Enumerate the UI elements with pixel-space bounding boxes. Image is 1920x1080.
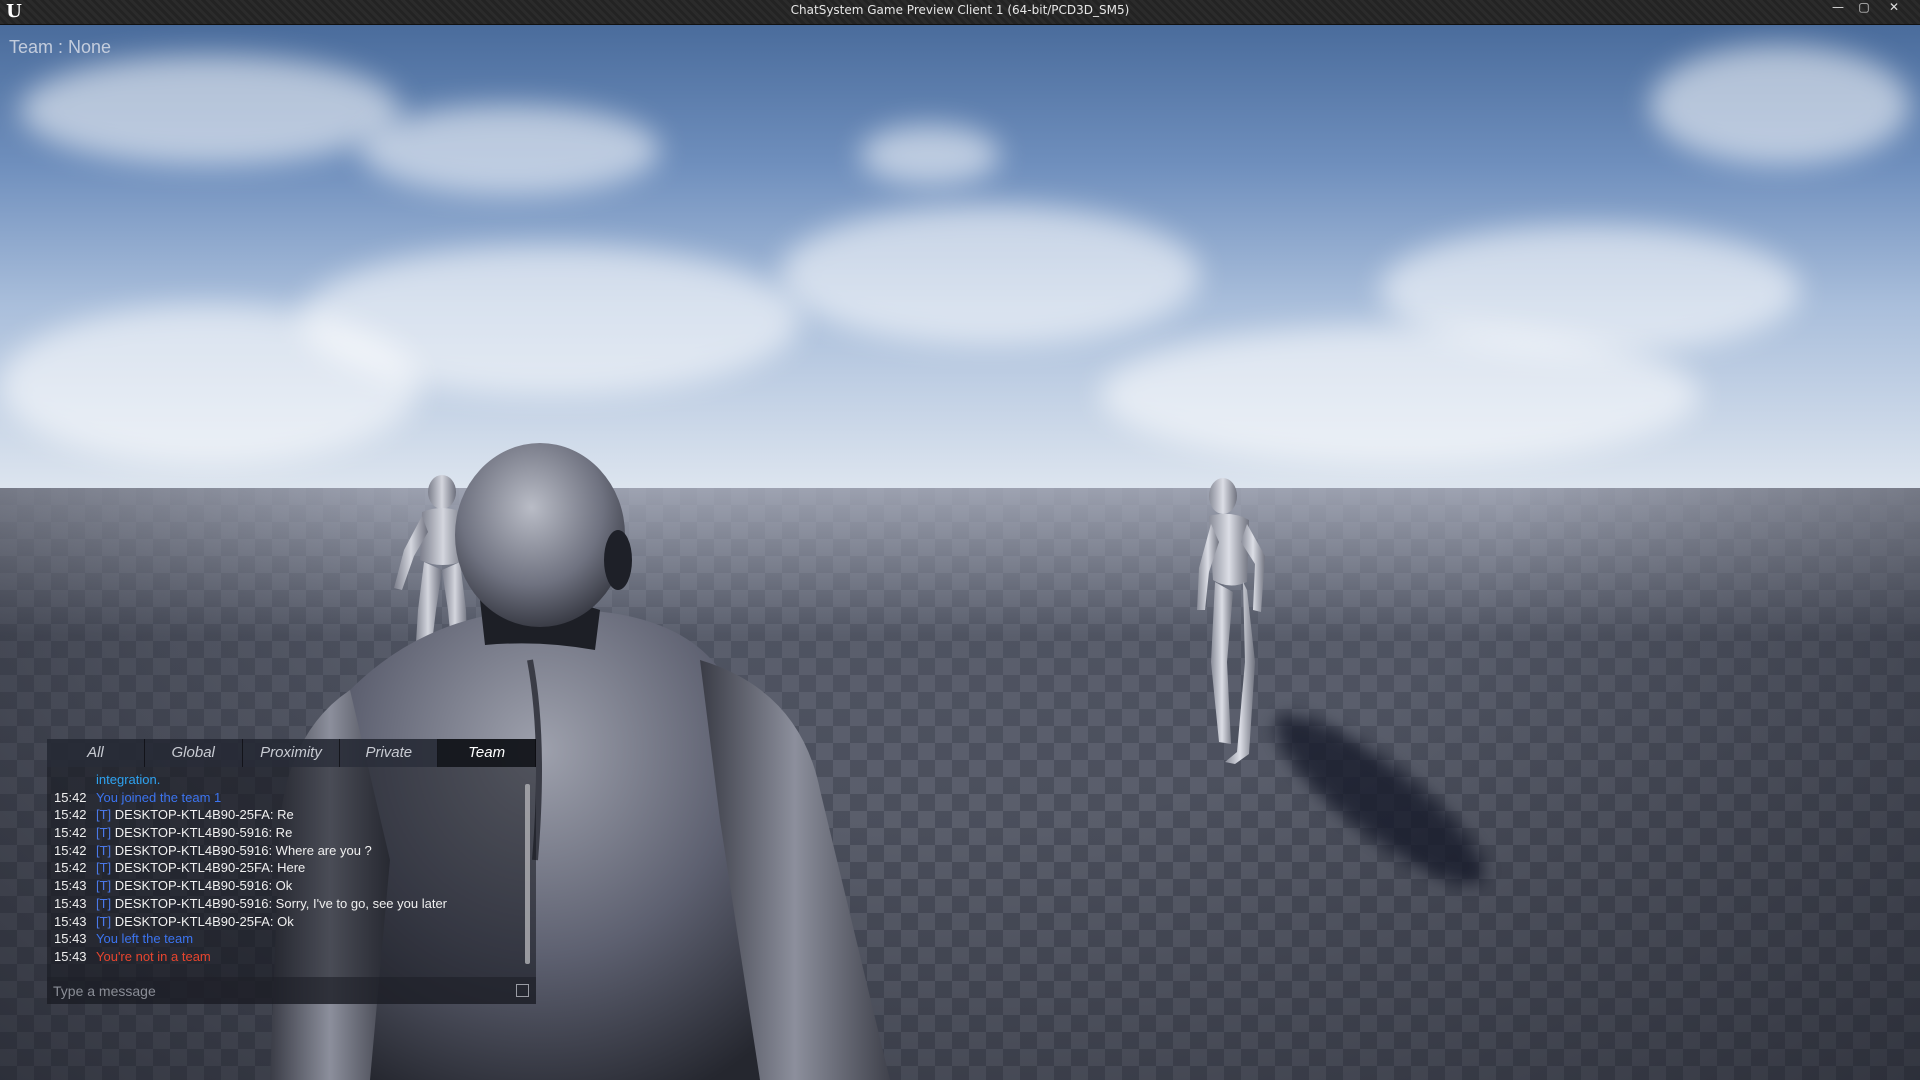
chat-message: 15:42 [T] DESKTOP-KTL4B90-5916: Re xyxy=(47,824,525,842)
chat-message-input[interactable] xyxy=(51,979,505,1003)
message-text: You're not in a team xyxy=(96,948,211,964)
close-button[interactable]: ✕ xyxy=(1882,0,1906,16)
cloud xyxy=(20,55,400,165)
chat-scrollbar[interactable] xyxy=(525,784,530,964)
message-text: integration. xyxy=(96,772,161,787)
chat-panel: All Global Proximity Private Team integr… xyxy=(47,739,536,1004)
message-time: 15:43 xyxy=(54,948,87,964)
cloud xyxy=(780,205,1200,345)
tab-team[interactable]: Team xyxy=(438,739,536,767)
chat-message: 15:43 [T] DESKTOP-KTL4B90-25FA: Ok xyxy=(47,913,525,931)
cloud xyxy=(1100,325,1700,465)
message-text: DESKTOP-KTL4B90-5916: Re xyxy=(111,825,293,841)
cloud xyxy=(360,105,660,195)
chat-message: 15:42 You joined the team 1 xyxy=(47,789,525,807)
message-time: 15:42 xyxy=(54,825,87,841)
minimize-button[interactable]: — xyxy=(1826,0,1850,16)
message-text: DESKTOP-KTL4B90-25FA: Re xyxy=(111,807,294,823)
message-text: You left the team xyxy=(96,931,194,947)
message-text: You joined the team 1 xyxy=(96,789,222,805)
window-title: ChatSystem Game Preview Client 1 (64-bit… xyxy=(790,3,1130,17)
message-time: 15:43 xyxy=(54,913,87,929)
message-time: 15:43 xyxy=(54,878,87,894)
message-time: 15:42 xyxy=(54,842,87,858)
message-text: DESKTOP-KTL4B90-5916: Ok xyxy=(111,878,293,894)
message-time: 15:43 xyxy=(54,895,87,911)
mannequin-right xyxy=(1197,478,1265,764)
chat-message-list[interactable]: integration. 15:42 You joined the team 1 … xyxy=(47,771,525,967)
chat-message: 15:43 You left the team xyxy=(47,930,525,948)
message-text: DESKTOP-KTL4B90-5916: Where are you ? xyxy=(111,842,372,858)
message-channel-tag: [T] xyxy=(96,825,112,841)
message-time: 15:43 xyxy=(54,931,87,947)
chat-tabs: All Global Proximity Private Team xyxy=(47,739,536,767)
window-title-bar: U ChatSystem Game Preview Client 1 (64-b… xyxy=(0,0,1920,25)
message-text: DESKTOP-KTL4B90-25FA: Here xyxy=(111,860,306,876)
cloud xyxy=(1650,45,1910,165)
message-channel-tag: [T] xyxy=(96,895,112,911)
chat-message: 15:43 [T] DESKTOP-KTL4B90-5916: Ok xyxy=(47,877,525,895)
message-channel-tag: [T] xyxy=(96,807,112,823)
chat-message-overflow: integration. xyxy=(47,771,525,789)
message-channel-tag: [T] xyxy=(96,878,112,894)
sky xyxy=(0,25,1920,490)
cloud xyxy=(860,125,1000,185)
message-channel-tag: [T] xyxy=(96,842,112,858)
tab-proximity[interactable]: Proximity xyxy=(242,739,341,767)
tab-global[interactable]: Global xyxy=(144,739,243,767)
message-text: DESKTOP-KTL4B90-5916: Sorry, I've to go,… xyxy=(111,895,448,911)
team-status-label: Team : None xyxy=(9,37,112,57)
chat-message: 15:43 [T] DESKTOP-KTL4B90-5916: Sorry, I'… xyxy=(47,895,525,913)
tab-all[interactable]: All xyxy=(47,739,145,767)
message-time: 15:42 xyxy=(54,860,87,876)
message-channel-tag: [T] xyxy=(96,860,112,876)
message-time: 15:42 xyxy=(54,789,87,805)
chat-message: 15:42 [T] DESKTOP-KTL4B90-25FA: Re xyxy=(47,806,525,824)
chat-input-row xyxy=(47,977,536,1004)
tab-private[interactable]: Private xyxy=(340,739,439,767)
emoji-picker-icon[interactable] xyxy=(516,984,529,997)
message-channel-tag: [T] xyxy=(96,913,112,929)
chat-message: 15:42 [T] DESKTOP-KTL4B90-5916: Where are… xyxy=(47,842,525,860)
message-time: 15:42 xyxy=(54,807,87,823)
chat-message: 15:42 [T] DESKTOP-KTL4B90-25FA: Here xyxy=(47,859,525,877)
chat-message: 15:43 You're not in a team xyxy=(47,948,525,966)
maximize-button[interactable]: ▢ xyxy=(1852,0,1876,16)
message-text: DESKTOP-KTL4B90-25FA: Ok xyxy=(111,913,294,929)
